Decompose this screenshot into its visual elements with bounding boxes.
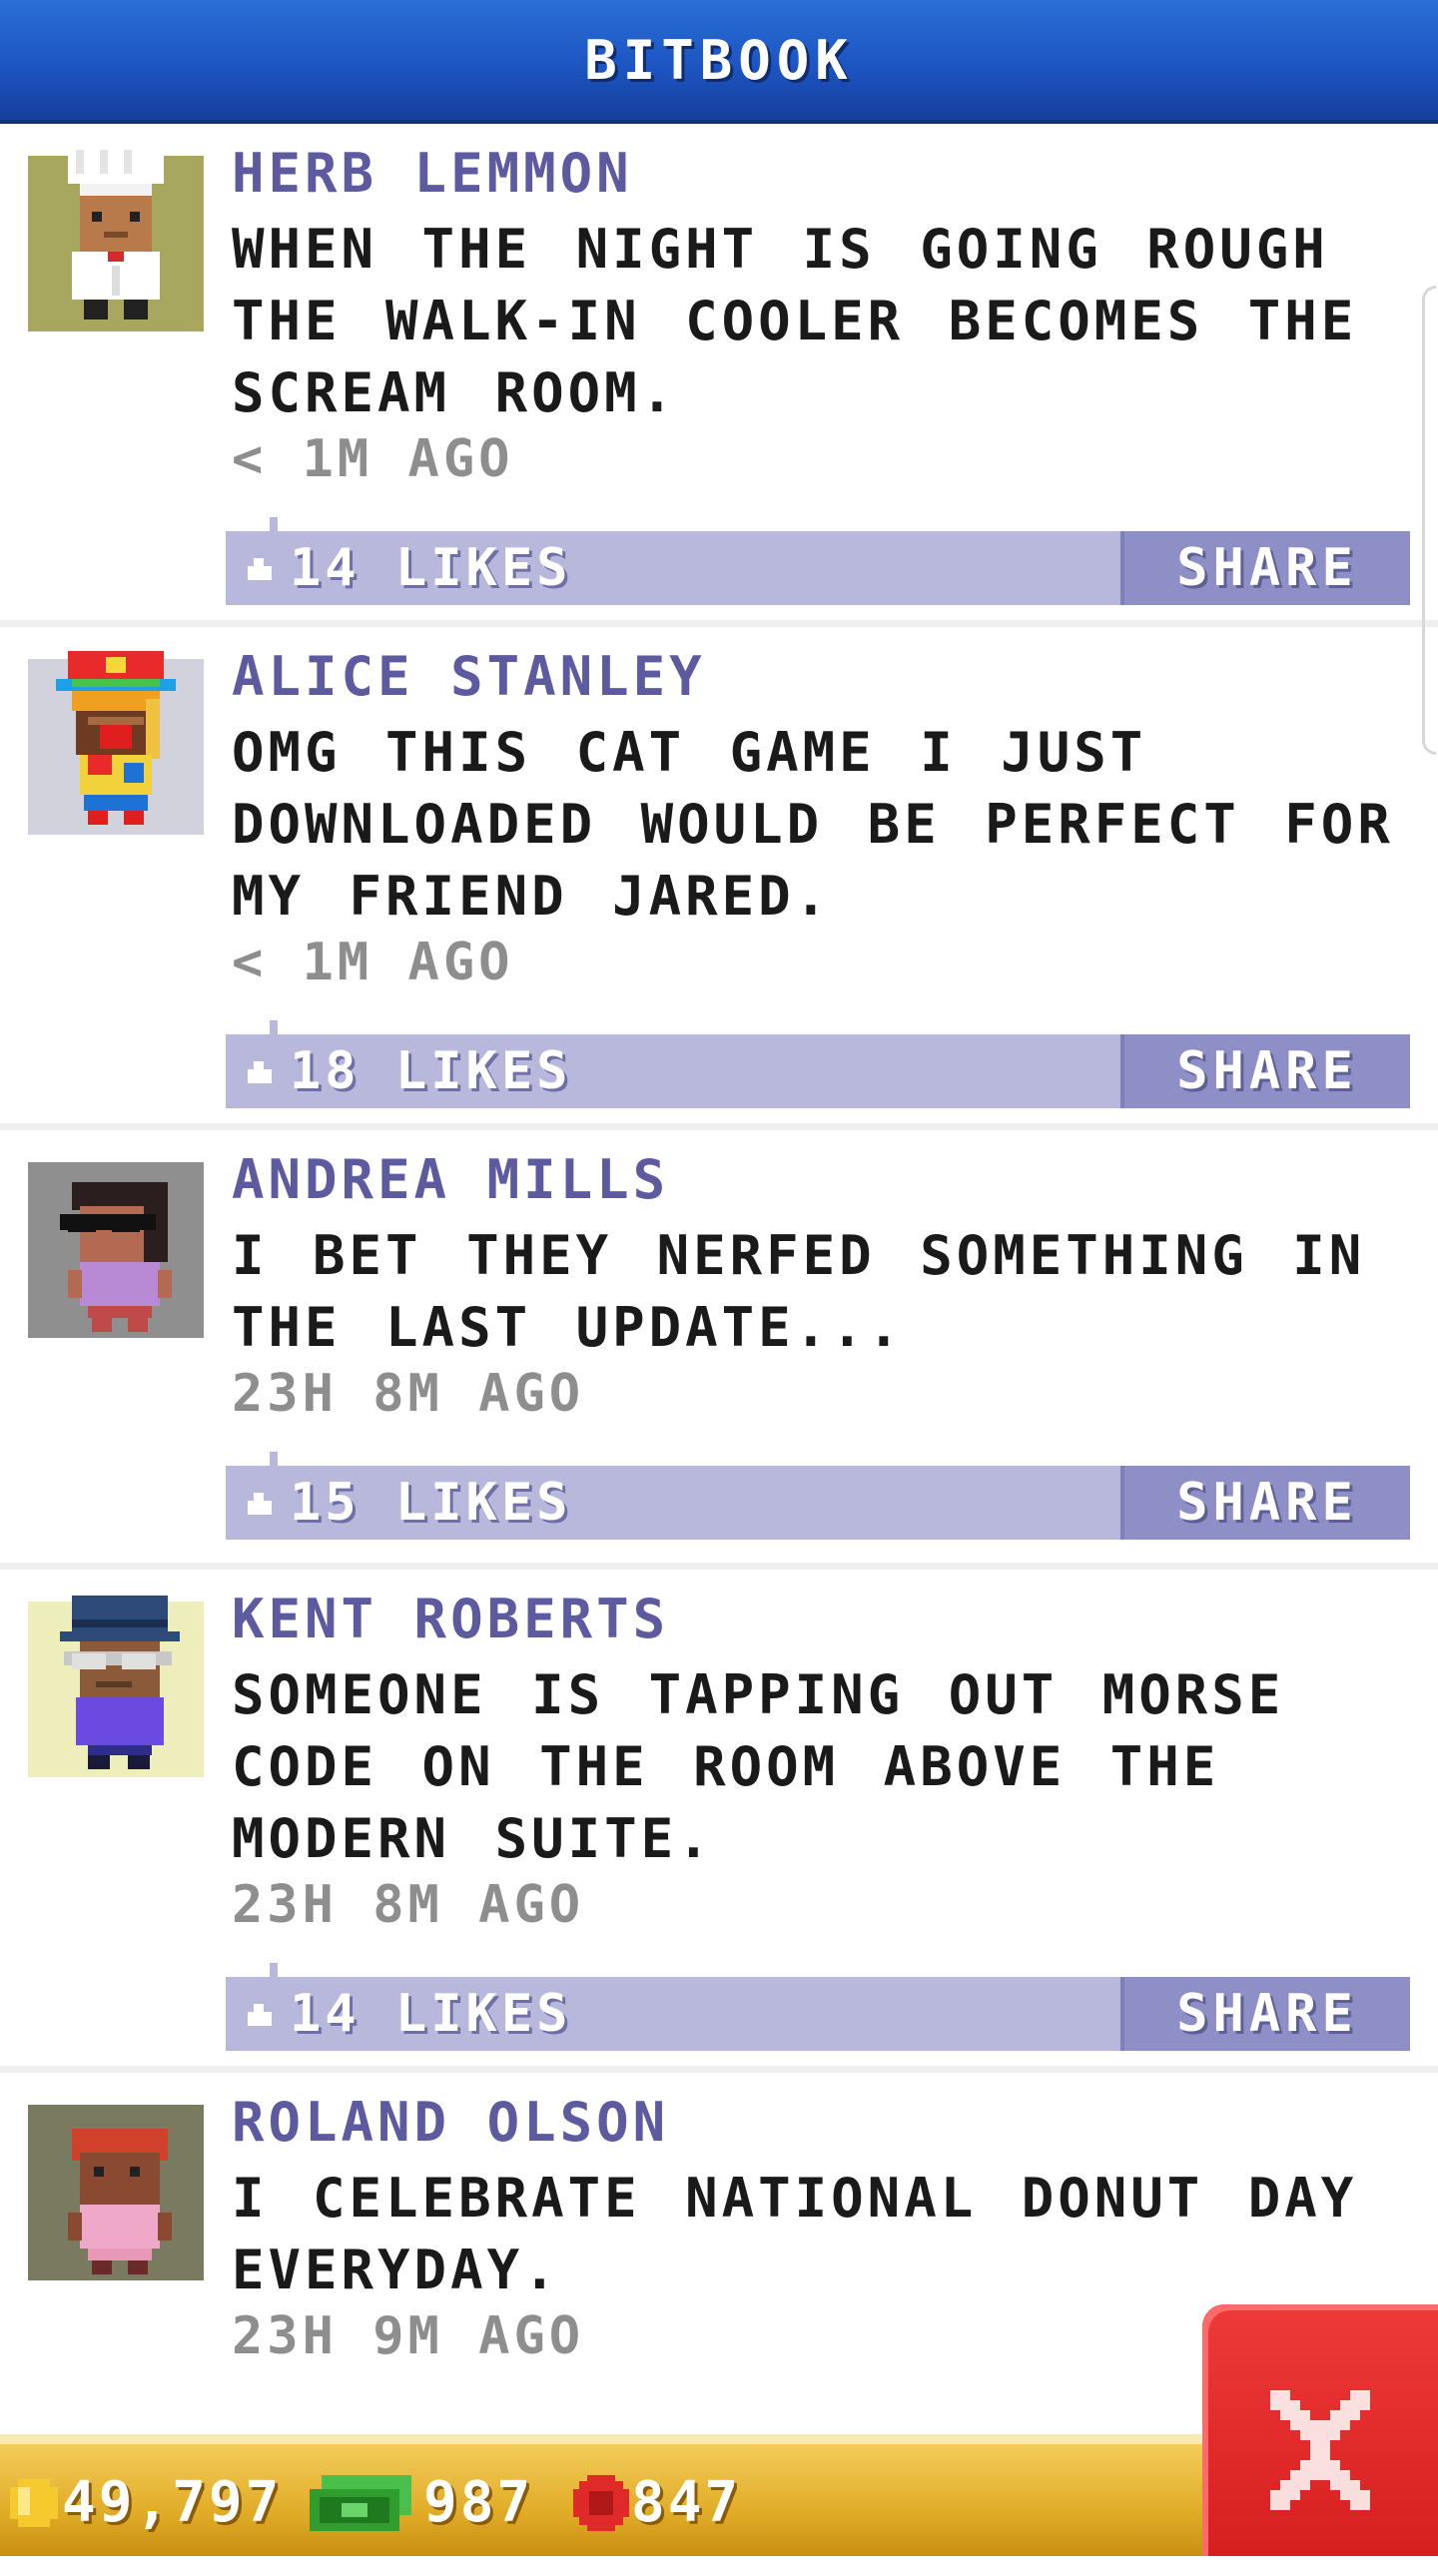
post-text: WHEN THE NIGHT IS GOING ROUGH THE WALK-I… <box>232 218 1358 424</box>
sunglasses-avatar-image <box>28 1162 204 1338</box>
like-button[interactable]: 15 LIKES <box>234 1466 571 1540</box>
share-label: SHARE <box>1176 538 1358 598</box>
like-count: 14 LIKES <box>290 1984 572 2044</box>
post-timestamp: < 1M AGO <box>232 429 514 489</box>
close-button[interactable] <box>1202 2304 1438 2556</box>
avatar[interactable] <box>28 1162 204 1338</box>
share-label: SHARE <box>1176 1473 1358 1533</box>
post-timestamp: < 1M AGO <box>232 933 514 992</box>
like-icon <box>248 1493 272 1515</box>
clown-avatar-image <box>28 651 204 835</box>
post-timestamp: 23H 9M AGO <box>232 2306 585 2366</box>
points-stat: 847 <box>571 2470 741 2535</box>
post-author: KENT ROBERTS <box>232 1588 670 1650</box>
post-item: HERB LEMMON WHEN THE NIGHT IS GOING ROUG… <box>0 124 1438 627</box>
points-value: 847 <box>631 2470 742 2535</box>
post-timestamp: 23H 8M AGO <box>232 1875 585 1935</box>
coins-value: 49,797 <box>62 2470 283 2535</box>
like-icon <box>248 558 272 580</box>
avatar[interactable] <box>28 1596 204 1777</box>
like-icon <box>248 1061 272 1083</box>
close-icon <box>1270 2390 1370 2510</box>
avatar[interactable] <box>28 651 204 835</box>
avatar[interactable] <box>28 2105 204 2280</box>
share-button[interactable]: SHARE <box>1120 1466 1410 1540</box>
post-text: SOMEONE IS TAPPING OUT MORSE CODE ON THE… <box>232 1663 1285 1870</box>
post-item: ALICE STANLEY OMG THIS CAT GAME I JUST D… <box>0 627 1438 1130</box>
like-count: 14 LIKES <box>290 538 572 598</box>
share-label: SHARE <box>1176 1041 1358 1101</box>
post-item: ANDREA MILLS I BET THEY NERFED SOMETHING… <box>0 1130 1438 1570</box>
post-text: I BET THEY NERFED SOMETHING IN THE LAST … <box>232 1224 1366 1359</box>
coins-stat: 49,797 <box>6 2470 282 2535</box>
post-action-bar: 14 LIKES SHARE <box>226 517 1410 605</box>
like-button[interactable]: 14 LIKES <box>234 531 571 605</box>
like-count: 15 LIKES <box>290 1473 572 1533</box>
avatar[interactable] <box>28 144 204 331</box>
post-action-bar: 18 LIKES SHARE <box>226 1020 1410 1108</box>
like-button[interactable]: 18 LIKES <box>234 1034 571 1108</box>
post-text: I CELEBRATE NATIONAL DONUT DAY EVERYDAY. <box>232 2167 1358 2301</box>
post-author: ANDREA MILLS <box>232 1148 670 1211</box>
post-feed[interactable]: HERB LEMMON WHEN THE NIGHT IS GOING ROUG… <box>0 124 1438 2576</box>
bux-value: 987 <box>423 2470 534 2535</box>
post-author: ROLAND OLSON <box>232 2091 670 2154</box>
top-hat-avatar-image <box>28 1596 204 1777</box>
redhead-avatar-image <box>28 2105 204 2280</box>
post-author: HERB LEMMON <box>232 142 633 205</box>
like-button[interactable]: 14 LIKES <box>234 1977 571 2051</box>
post-author: ALICE STANLEY <box>232 645 706 708</box>
app-header: BITBOOK <box>0 0 1438 124</box>
like-count: 18 LIKES <box>290 1041 572 1101</box>
share-button[interactable]: SHARE <box>1120 1977 1410 2051</box>
coin-icon <box>10 2478 58 2527</box>
share-label: SHARE <box>1176 1984 1358 2044</box>
app-title: BITBOOK <box>584 28 854 92</box>
share-button[interactable]: SHARE <box>1120 1034 1410 1108</box>
bux-icon <box>310 2474 411 2531</box>
post-action-bar: 15 LIKES SHARE <box>226 1452 1410 1540</box>
scrollbar[interactable] <box>1422 286 1436 755</box>
post-action-bar: 14 LIKES SHARE <box>226 1963 1410 2051</box>
post-text: OMG THIS CAT GAME I JUST DOWNLOADED WOUL… <box>232 721 1394 928</box>
post-item: KENT ROBERTS SOMEONE IS TAPPING OUT MORS… <box>0 1570 1438 2073</box>
points-icon <box>573 2474 629 2531</box>
post-timestamp: 23H 8M AGO <box>232 1364 585 1424</box>
share-button[interactable]: SHARE <box>1120 531 1410 605</box>
bux-stat: 987 <box>308 2470 533 2535</box>
like-icon <box>248 2004 272 2026</box>
chef-avatar-image <box>28 144 204 331</box>
